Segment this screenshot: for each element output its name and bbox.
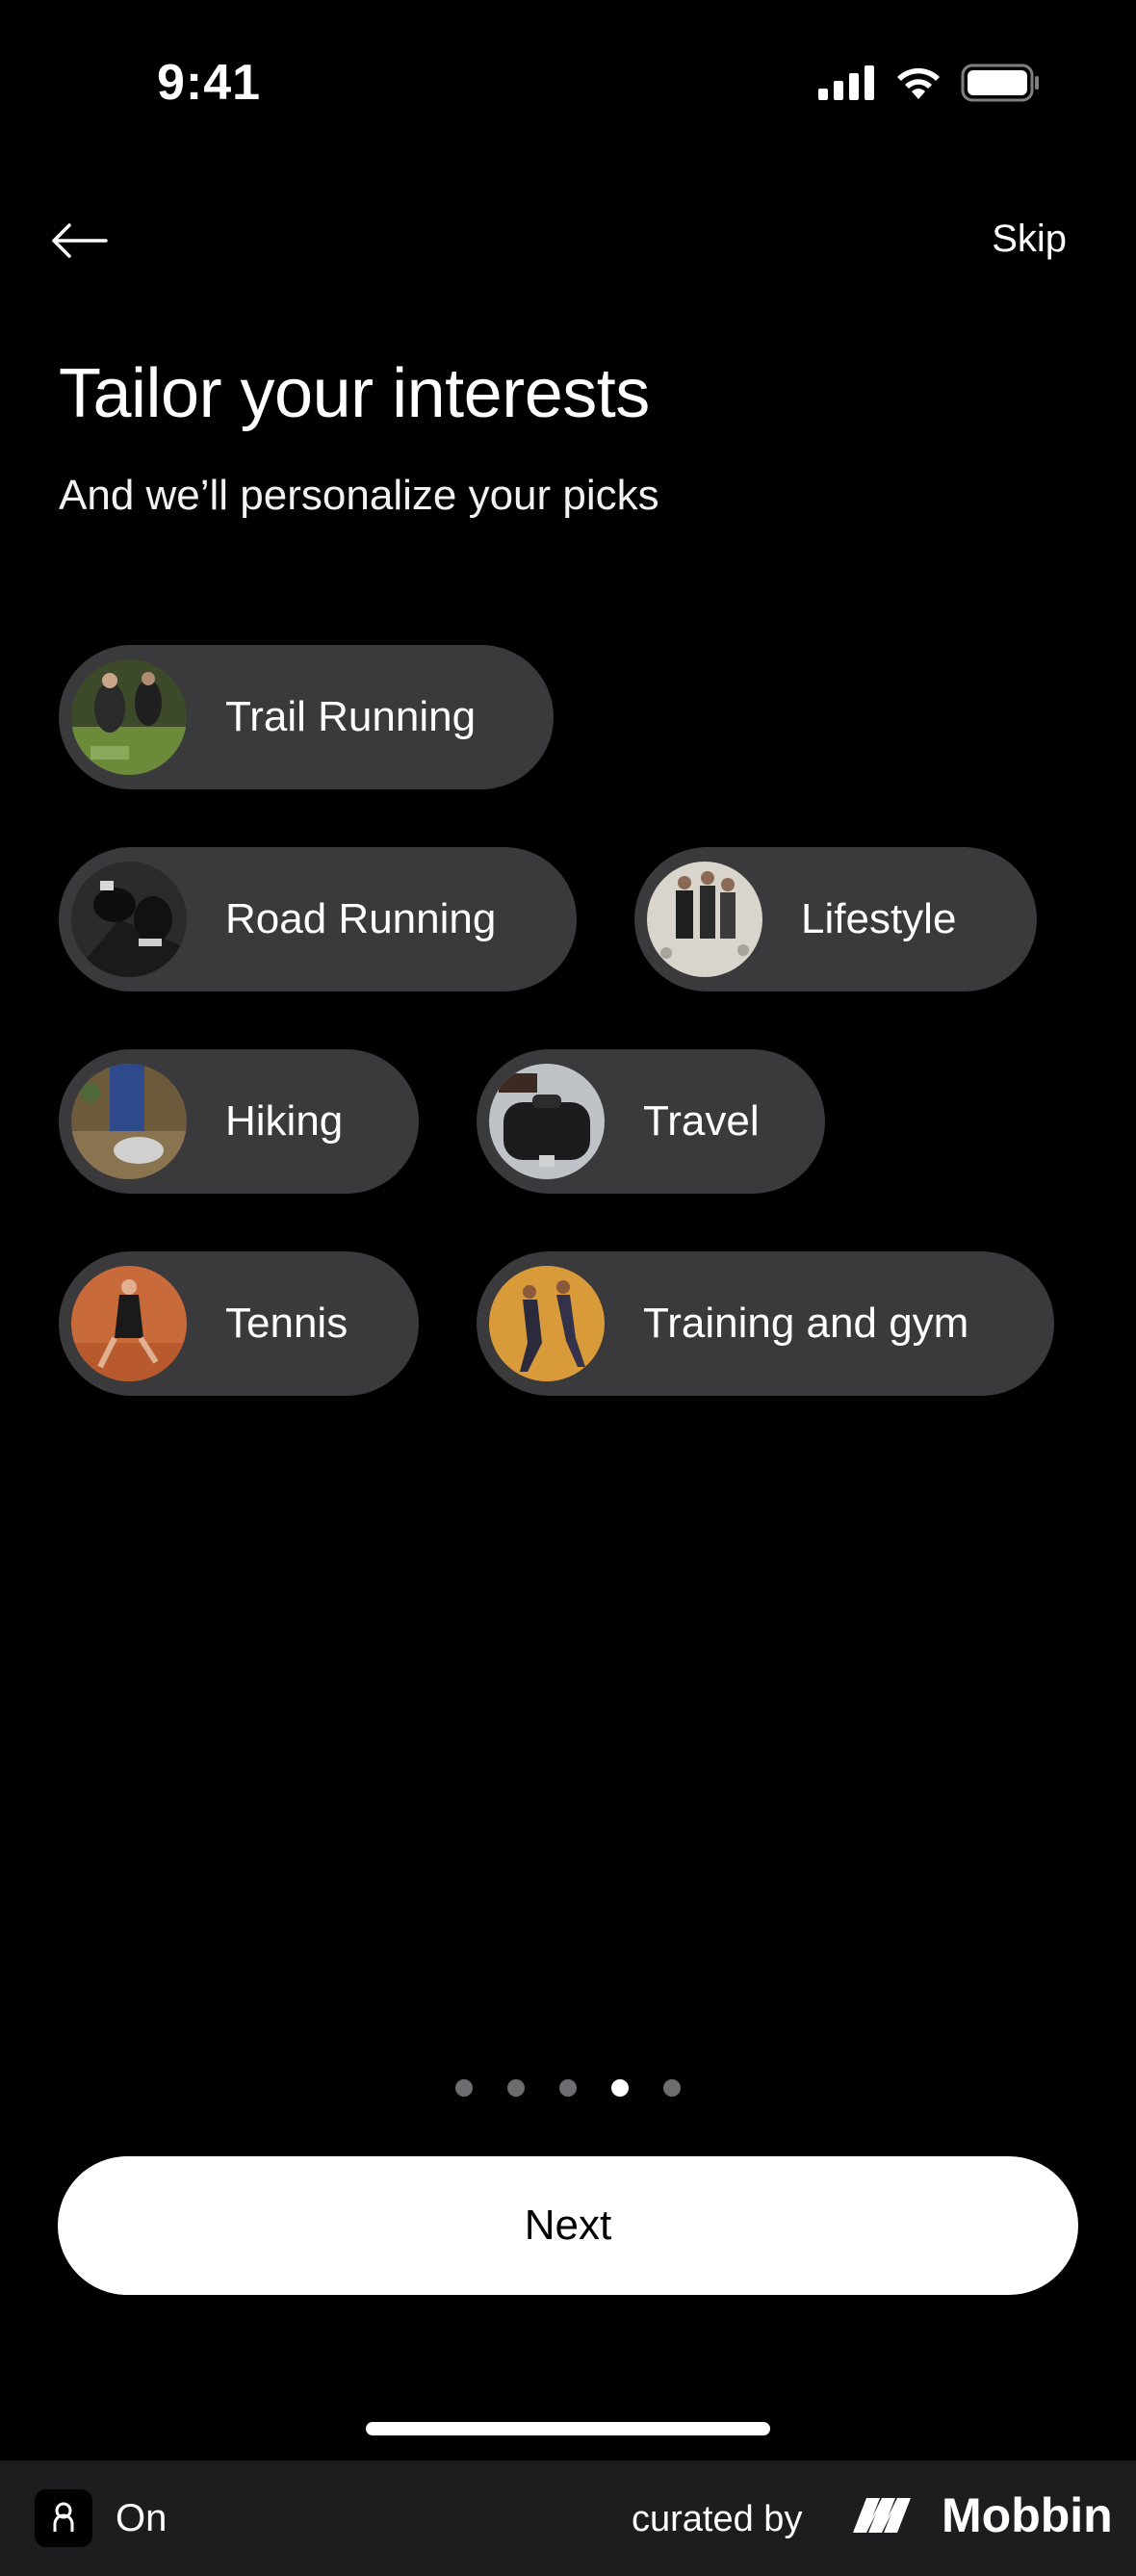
chip-label: Travel	[643, 1097, 760, 1145]
chip-label: Road Running	[225, 895, 497, 942]
chip-label: Hiking	[225, 1097, 344, 1145]
interest-chip-lifestyle[interactable]: Lifestyle	[634, 847, 1037, 992]
trail-running-photo-icon	[71, 659, 187, 775]
travel-photo-icon	[489, 1064, 605, 1179]
interest-chip-tennis[interactable]: Tennis	[59, 1251, 419, 1396]
page-dot	[663, 2079, 681, 2097]
footer-app-name: On	[116, 2497, 168, 2539]
road-running-photo-icon	[71, 862, 187, 977]
status-bar: 9:41	[0, 0, 1136, 173]
mobbin-brand: Mobbin	[853, 2487, 1113, 2543]
home-indicator	[366, 2422, 770, 2435]
interest-chip-travel[interactable]: Travel	[477, 1049, 825, 1194]
lifestyle-photo-icon	[647, 862, 762, 977]
arrow-left-icon	[52, 223, 108, 258]
page-dot	[455, 2079, 473, 2097]
on-app-logo-icon	[35, 2489, 92, 2547]
chip-label: Trail Running	[225, 693, 477, 740]
page-title: Tailor your interests	[59, 355, 650, 432]
status-time: 9:41	[157, 55, 262, 111]
pagination-dots	[0, 2079, 1136, 2097]
back-button[interactable]	[50, 217, 112, 265]
mobbin-brand-text: Mobbin	[942, 2488, 1113, 2542]
page-dot	[559, 2079, 577, 2097]
hiking-photo-icon	[71, 1064, 187, 1179]
wifi-icon	[897, 67, 940, 99]
battery-icon	[961, 64, 1039, 102]
footer-bar: On curated by Mobbin	[0, 2460, 1136, 2576]
page-dot-active	[611, 2079, 629, 2097]
status-icons	[818, 64, 1040, 102]
top-navigation: Skip	[0, 202, 1136, 279]
chip-label: Lifestyle	[801, 895, 957, 942]
interest-chip-trail-running[interactable]: Trail Running	[59, 645, 554, 789]
skip-button[interactable]: Skip	[992, 218, 1067, 261]
training-photo-icon	[489, 1266, 605, 1381]
tennis-photo-icon	[71, 1266, 187, 1381]
chip-label: Training and gym	[643, 1300, 969, 1347]
footer-curated-by: curated by	[632, 2499, 803, 2539]
interest-chip-road-running[interactable]: Road Running	[59, 847, 577, 992]
interest-chip-hiking[interactable]: Hiking	[59, 1049, 419, 1194]
page-dot	[507, 2079, 525, 2097]
next-button[interactable]: Next	[58, 2156, 1078, 2295]
interest-chip-training-and-gym[interactable]: Training and gym	[477, 1251, 1054, 1396]
cellular-signal-icon	[818, 65, 874, 100]
page-subtitle: And we’ll personalize your picks	[59, 472, 659, 519]
mobbin-logo-icon	[853, 2498, 911, 2533]
chip-label: Tennis	[225, 1300, 349, 1347]
